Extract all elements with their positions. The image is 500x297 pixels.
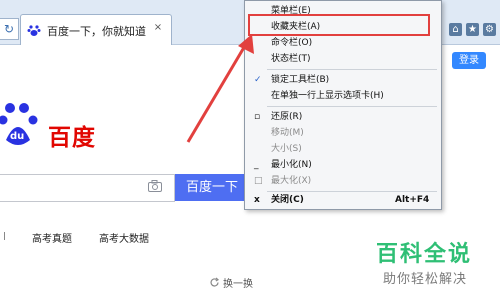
menu-item-status-bar[interactable]: 状态栏(T) — [245, 51, 441, 67]
highlight-box — [248, 14, 430, 36]
tab-title: 百度一下，你就知道 — [47, 25, 146, 38]
menu-item-restore[interactable]: ▫ 还原(R) — [245, 109, 441, 125]
tab-baidu[interactable]: 百度一下，你就知道 × — [20, 14, 172, 45]
menu-item-maximize: □ 最大化(X) — [245, 173, 441, 189]
baidu-favicon-icon — [27, 25, 41, 36]
star-icon[interactable]: ★ — [466, 22, 479, 36]
hot-link-2[interactable]: 高考大数据 — [99, 230, 149, 245]
menu-separator — [267, 106, 437, 107]
annotation-arrow-icon — [186, 34, 254, 143]
logo-du-text: du — [10, 131, 24, 142]
refresh-page-icon[interactable]: ↻ — [4, 22, 14, 36]
home-icon[interactable]: ⌂ — [449, 22, 462, 36]
menu-item-lock-toolbars[interactable]: ✓ 锁定工具栏(B) — [245, 72, 441, 88]
address-bar-fragment[interactable]: ↻ — [0, 18, 19, 40]
menu-item-close[interactable]: x 关闭(C) Alt+F4 — [245, 192, 441, 208]
hot-link-1[interactable]: 高考真题 — [32, 230, 72, 245]
menu-item-size: 大小(S) — [271, 144, 302, 154]
menu-item-command-bar[interactable]: 命令栏(O) — [245, 35, 441, 51]
minimize-icon: _ — [254, 160, 259, 170]
toolbar-icons: ⌂ ★ ⚙ — [444, 20, 500, 38]
menu-item-minimize[interactable]: _ 最小化(N) — [245, 157, 441, 173]
menu-item-tabs-separate-row[interactable]: 在单独一行上显示选项卡(H) — [245, 88, 441, 104]
menu-item-move: 移动(M) — [271, 128, 304, 138]
watermark-subtitle: 助你轻松解决 — [383, 272, 468, 287]
close-icon: x — [254, 195, 260, 205]
camera-icon[interactable] — [148, 180, 162, 192]
refresh-icon — [210, 277, 220, 287]
close-shortcut: Alt+F4 — [395, 195, 430, 205]
maximize-icon: □ — [254, 176, 263, 186]
gear-icon[interactable]: ⚙ — [483, 22, 496, 36]
watermark-title: 百科全说 — [376, 242, 473, 267]
search-button[interactable]: 百度一下 — [175, 174, 249, 201]
baidu-logo-text: 百度 — [48, 125, 96, 151]
refresh-label: 换一换 — [223, 279, 253, 290]
login-button[interactable]: 登录 — [452, 52, 486, 69]
menu-separator — [267, 69, 437, 70]
link-divider — [0, 232, 5, 240]
tab-close-icon[interactable]: × — [151, 21, 165, 35]
refresh-suggestions[interactable]: 换一换 — [209, 275, 253, 290]
